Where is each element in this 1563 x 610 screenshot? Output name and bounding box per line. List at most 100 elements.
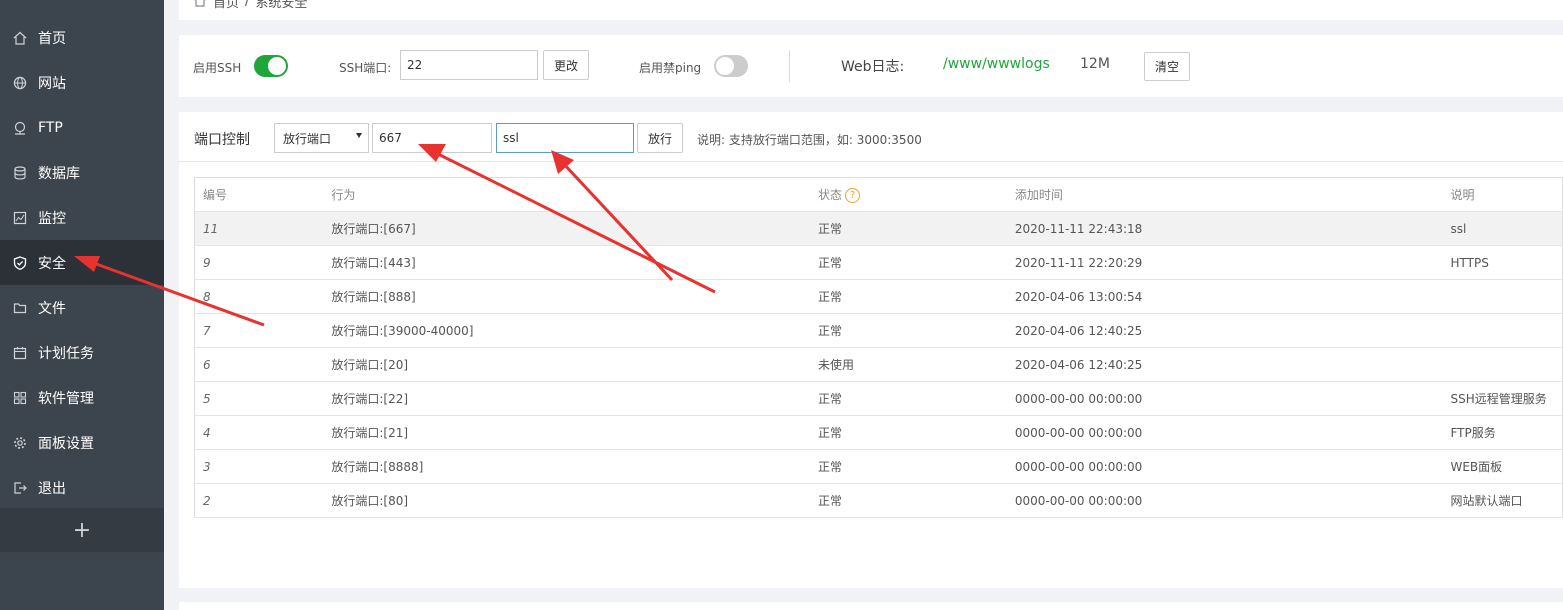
ssh-port-input[interactable]: 22: [400, 50, 538, 80]
cell-note: SSH远程管理服务: [1442, 381, 1563, 416]
sidebar-item-database[interactable]: 数据库: [0, 150, 164, 195]
table-row[interactable]: 2 放行端口:[80] 正常 0000-00-00 00:00:00 网站默认端…: [194, 483, 1563, 518]
ssh-toggle[interactable]: [254, 55, 288, 77]
database-icon: [13, 165, 27, 180]
clear-logs-button[interactable]: 清空: [1144, 52, 1190, 81]
weblog-size: 12M: [1080, 56, 1110, 72]
port-control-title: 端口控制: [194, 132, 250, 148]
table-row[interactable]: 7 放行端口:[39000-40000] 正常 2020-04-06 12:40…: [194, 313, 1563, 348]
calendar-icon: [13, 346, 27, 360]
sidebar-item-label: 数据库: [38, 165, 80, 182]
cell-id: 7: [194, 313, 324, 348]
cell-action: 放行端口:[8888]: [323, 449, 810, 484]
allow-port-button[interactable]: 放行: [637, 123, 683, 153]
cell-action: 放行端口:[443]: [323, 245, 810, 280]
firewall-rules-table: 编号 行为 状态? 添加时间 说明 11 放行端口:[667] 正常 2020-…: [194, 177, 1563, 518]
cell-action: 放行端口:[888]: [323, 279, 810, 314]
ssh-enable-label: 启用SSH: [193, 61, 242, 75]
col-header-id[interactable]: 编号: [194, 177, 324, 212]
cell-time: 2020-04-06 12:40:25: [1006, 347, 1443, 382]
cell-status: 正常: [810, 381, 1007, 416]
security-settings-panel: 启用SSH SSH端口: 22 更改 启用禁ping Web日志: /www/w…: [179, 35, 1563, 97]
ping-block-toggle[interactable]: [714, 55, 748, 77]
sidebar-item-label: 计划任务: [38, 345, 94, 362]
sidebar-item-label: 退出: [38, 480, 66, 497]
home-icon[interactable]: [193, 0, 207, 11]
sidebar-item-cron[interactable]: 计划任务: [0, 330, 164, 375]
cell-time: 0000-00-00 00:00:00: [1006, 381, 1443, 416]
cell-note: [1442, 279, 1563, 314]
sidebar-item-home[interactable]: 首页: [0, 15, 164, 60]
cell-id: 4: [194, 415, 324, 450]
cell-status: 未使用: [810, 347, 1007, 382]
folder-icon: [13, 301, 27, 315]
cell-id: 11: [194, 211, 324, 246]
col-header-status: 状态?: [810, 177, 1007, 212]
table-row[interactable]: 4 放行端口:[21] 正常 0000-00-00 00:00:00 FTP服务: [194, 415, 1563, 450]
weblog-path-link[interactable]: /www/wwwlogs: [943, 56, 1050, 72]
sidebar-item-logout[interactable]: 退出: [0, 465, 164, 510]
select-value: 放行端口: [283, 131, 332, 146]
toggle-knob: [716, 57, 734, 75]
cell-note: ssl: [1442, 211, 1563, 246]
sidebar-item-label: 监控: [38, 210, 66, 227]
port-input[interactable]: 667: [372, 123, 492, 153]
cell-id: 9: [194, 245, 324, 280]
breadcrumb-home[interactable]: 首页: [213, 0, 239, 11]
sidebar-item-software[interactable]: 软件管理: [0, 375, 164, 420]
cell-time: 2020-04-06 13:00:54: [1006, 279, 1443, 314]
shield-icon: [13, 255, 27, 270]
sidebar: 首页 网站 FTP 数据库 监控 安全 文件 计划任务 软件管理 面板设置 退出…: [0, 0, 164, 610]
table-row[interactable]: 3 放行端口:[8888] 正常 0000-00-00 00:00:00 WEB…: [194, 449, 1563, 484]
sidebar-item-ftp[interactable]: FTP: [0, 105, 164, 150]
cell-status: 正常: [810, 483, 1007, 518]
help-icon[interactable]: ?: [845, 188, 861, 203]
table-row[interactable]: 5 放行端口:[22] 正常 0000-00-00 00:00:00 SSH远程…: [194, 381, 1563, 416]
cell-note: WEB面板: [1442, 449, 1563, 484]
sidebar-item-settings[interactable]: 面板设置: [0, 420, 164, 465]
cell-note: HTTPS: [1442, 245, 1563, 280]
sidebar-item-website[interactable]: 网站: [0, 60, 164, 105]
sidebar-item-monitor[interactable]: 监控: [0, 195, 164, 240]
cell-note: [1442, 347, 1563, 382]
home-icon: [13, 31, 27, 45]
table-header-row: 编号 行为 状态? 添加时间 说明: [194, 177, 1563, 212]
cell-action: 放行端口:[21]: [323, 415, 810, 450]
cell-status: 正常: [810, 449, 1007, 484]
breadcrumb: 首页 / 系统安全: [179, 0, 1563, 20]
sidebar-item-label: 面板设置: [38, 435, 94, 452]
breadcrumb-separator: /: [245, 0, 250, 9]
add-menu-button[interactable]: +: [0, 508, 164, 552]
cell-time: 2020-11-11 22:20:29: [1006, 245, 1443, 280]
change-ssh-port-button[interactable]: 更改: [543, 50, 589, 80]
cell-id: 3: [194, 449, 324, 484]
cell-action: 放行端口:[667]: [323, 211, 810, 246]
sidebar-item-security[interactable]: 安全: [0, 240, 164, 285]
col-header-action: 行为: [323, 177, 810, 212]
monitor-icon: [13, 211, 27, 225]
weblog-label: Web日志:: [841, 59, 905, 75]
port-note-input[interactable]: ssl: [496, 123, 634, 153]
port-action-select[interactable]: 放行端口: [274, 123, 369, 153]
divider: [789, 50, 790, 82]
logout-icon: [13, 481, 27, 495]
apps-icon: [13, 391, 27, 405]
ping-block-label: 启用禁ping: [639, 61, 702, 75]
sidebar-item-files[interactable]: 文件: [0, 285, 164, 330]
ftp-icon: [13, 121, 27, 135]
cell-status: 正常: [810, 415, 1007, 450]
gear-icon: [13, 436, 27, 450]
table-row[interactable]: 8 放行端口:[888] 正常 2020-04-06 13:00:54: [194, 279, 1563, 314]
next-panel-edge: [179, 602, 1563, 610]
cell-time: 2020-11-11 22:43:18: [1006, 211, 1443, 246]
table-row[interactable]: 9 放行端口:[443] 正常 2020-11-11 22:20:29 HTTP…: [194, 245, 1563, 280]
table-row[interactable]: 6 放行端口:[20] 未使用 2020-04-06 12:40:25: [194, 347, 1563, 382]
cell-action: 放行端口:[20]: [323, 347, 810, 382]
sidebar-item-label: 首页: [38, 30, 66, 47]
cell-status: 正常: [810, 279, 1007, 314]
cell-action: 放行端口:[80]: [323, 483, 810, 518]
table-row[interactable]: 11 放行端口:[667] 正常 2020-11-11 22:43:18 ssl: [194, 211, 1563, 246]
cell-note: [1442, 313, 1563, 348]
toggle-knob: [268, 57, 286, 75]
cell-id: 2: [194, 483, 324, 518]
